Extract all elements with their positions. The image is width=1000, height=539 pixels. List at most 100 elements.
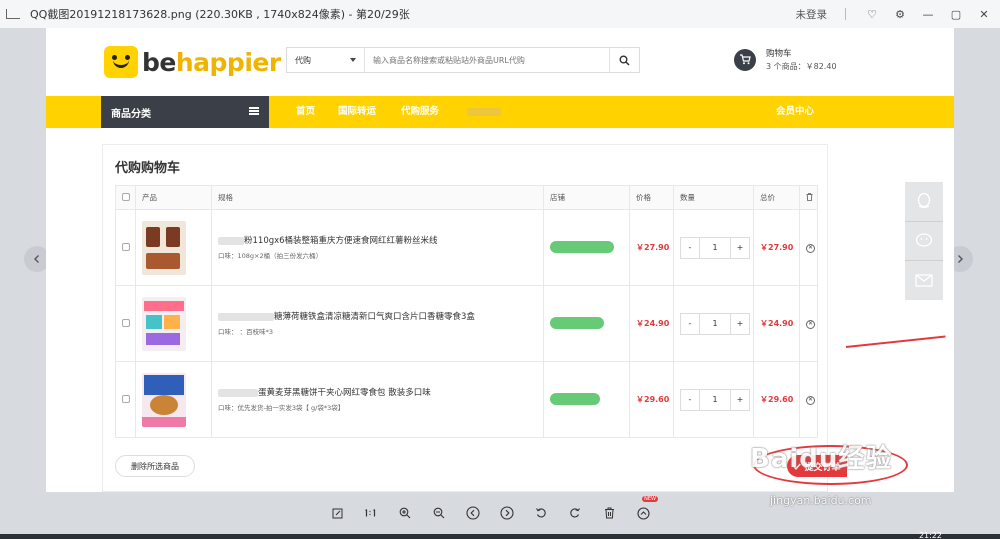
chevron-left-icon (34, 255, 39, 263)
close-button[interactable]: ✕ (972, 0, 996, 28)
row-checkbox[interactable] (122, 318, 130, 327)
decrease-qty-button[interactable]: - (681, 390, 699, 410)
minimize-button[interactable]: — (916, 0, 940, 28)
cart-icon (734, 48, 756, 71)
price-cell: ￥29.60 (629, 361, 674, 438)
total-cell: ￥29.60 (753, 361, 800, 438)
shop-name-blurred[interactable] (550, 392, 600, 405)
product-title-text: 糖薄荷糖铁盒清凉糖清新口气爽口含片口香糖零食3盒 (274, 312, 475, 322)
watermark-logo: Baidu经验 (750, 444, 893, 474)
category-menu-button[interactable]: 商品分类 (101, 96, 269, 128)
shop-cell (543, 209, 630, 286)
viewer-app-icon (6, 9, 20, 19)
wechat-button[interactable] (905, 222, 943, 262)
product-spec: 口味：优先发货-拍一实发3袋【 g/袋*3袋】 (218, 404, 345, 412)
zoom-in-button[interactable] (388, 502, 422, 524)
spec-cell: 蛋黄麦芽黑糖饼干夹心网红零食包 散装多口味 口味：优先发货-拍一实发3袋【 g/… (211, 361, 544, 438)
qty-cell: - 1 + (673, 361, 754, 438)
smiley-logo-icon (104, 46, 138, 78)
search-bar: 代购 (286, 47, 640, 73)
qq-service-button[interactable] (905, 182, 943, 222)
product-spec: 口味：108g×2桶（拍三份发六桶） (218, 252, 323, 260)
product-image[interactable] (142, 372, 186, 427)
previous-button[interactable] (456, 502, 490, 524)
product-title-text: 粉110gx6桶装整箱重庆方便速食网红红薯粉丝米线 (244, 236, 438, 246)
viewer-toolbar: NEW (320, 496, 660, 524)
circle-arrow-left-icon (466, 506, 480, 520)
search-input[interactable] (365, 48, 609, 72)
line-total: ￥29.60 (760, 395, 794, 404)
maximize-button[interactable]: ▢ (944, 0, 968, 28)
rotate-left-icon (536, 508, 546, 518)
rotate-right-icon (570, 508, 580, 518)
search-category-select[interactable]: 代购 (287, 48, 365, 72)
row-checkbox[interactable] (122, 394, 130, 403)
remove-item-icon[interactable]: ✕ (806, 395, 815, 405)
more-button[interactable]: NEW (626, 496, 660, 524)
rotate-right-button[interactable] (558, 502, 592, 524)
product-title[interactable]: 蛋黄麦芽黑糖饼干夹心网红零食包 散装多口味 (218, 387, 543, 399)
shop-cell (543, 361, 630, 438)
new-badge: NEW (642, 496, 658, 502)
remove-item-icon[interactable]: ✕ (806, 319, 815, 329)
nav-link-home[interactable]: 首页 (296, 96, 315, 128)
product-title[interactable]: 粉110gx6桶装整箱重庆方便速食网红红薯粉丝米线 (218, 235, 543, 247)
side-widget-panel (905, 182, 943, 300)
product-image-cell (135, 285, 212, 362)
edit-button[interactable] (320, 502, 354, 524)
skin-icon[interactable]: ♡ (860, 0, 884, 28)
product-title[interactable]: 糖薄荷糖铁盒清凉糖清新口气爽口含片口香糖零食3盒 (218, 311, 543, 323)
increase-qty-button[interactable]: + (731, 314, 749, 334)
baidu-watermark: Baidu经验 jingyan.baidu.com (750, 438, 893, 507)
blurred-text (218, 388, 258, 397)
quantity-value[interactable]: 1 (699, 237, 731, 258)
table-row: 蛋黄麦芽黑糖饼干夹心网红零食包 散装多口味 口味：优先发货-拍一实发3袋【 g/… (115, 361, 818, 438)
quantity-value[interactable]: 1 (699, 389, 731, 410)
login-status[interactable]: 未登录 (796, 7, 828, 22)
search-button[interactable] (609, 48, 639, 72)
increase-qty-button[interactable]: + (731, 238, 749, 258)
spec-cell: 粉110gx6桶装整箱重庆方便速食网红红薯粉丝米线 口味：108g×2桶（拍三份… (211, 209, 544, 286)
viewer-title: QQ截图20191218173628.png (220.30KB , 1740x… (30, 8, 410, 21)
next-button[interactable] (490, 502, 524, 524)
rotate-left-button[interactable] (524, 502, 558, 524)
qty-cell: - 1 + (673, 285, 754, 362)
main-nav: 商品分类 首页 国际转运 代购服务 会员中心 (46, 96, 954, 128)
shop-name-blurred[interactable] (550, 240, 614, 253)
header-cart[interactable]: 购物车 3 个商品：￥82.40 (734, 47, 837, 72)
decrease-qty-button[interactable]: - (681, 314, 699, 334)
nav-link-forwarding[interactable]: 国际转运 (338, 96, 376, 128)
zoom-out-icon (433, 507, 445, 519)
shop-name-blurred[interactable] (550, 316, 604, 329)
increase-qty-button[interactable]: + (731, 390, 749, 410)
nav-link-purchasing[interactable]: 代购服务 (401, 96, 439, 128)
quantity-stepper: - 1 + (680, 236, 750, 259)
quantity-value[interactable]: 1 (699, 313, 731, 334)
product-spec: 口味： ：百枝味*3 (218, 328, 273, 336)
product-image[interactable] (142, 296, 186, 351)
mail-button[interactable] (905, 261, 943, 300)
cart-panel: 代购购物车 产品 规格 店铺 价格 数量 总价 粉110gx6桶装整箱重庆方便速… (102, 144, 908, 492)
product-image-cell (135, 209, 212, 286)
caret-down-icon (350, 58, 356, 62)
row-checkbox[interactable] (122, 242, 130, 251)
zoom-out-button[interactable] (422, 502, 456, 524)
product-image[interactable] (142, 220, 186, 275)
delete-image-button[interactable] (592, 502, 626, 524)
column-header-qty: 数量 (673, 185, 754, 210)
line-total: ￥27.90 (760, 243, 794, 252)
decrease-qty-button[interactable]: - (681, 238, 699, 258)
blurred-nav-link (467, 108, 501, 116)
actual-size-button[interactable] (354, 502, 388, 524)
price-cell: ￥24.90 (629, 285, 674, 362)
logo-text-be: be (142, 47, 176, 77)
search-icon (619, 55, 630, 66)
menu-icon (249, 107, 259, 115)
nav-link-member-center[interactable]: 会员中心 (776, 96, 814, 128)
remove-item-icon[interactable]: ✕ (806, 243, 815, 253)
delete-selected-button[interactable]: 删除所选商品 (115, 455, 195, 477)
select-all-checkbox[interactable] (122, 192, 130, 201)
settings-icon[interactable]: ⚙ (888, 0, 912, 28)
column-header-price: 价格 (629, 185, 674, 210)
behappier-logo[interactable]: behappier (104, 46, 281, 78)
